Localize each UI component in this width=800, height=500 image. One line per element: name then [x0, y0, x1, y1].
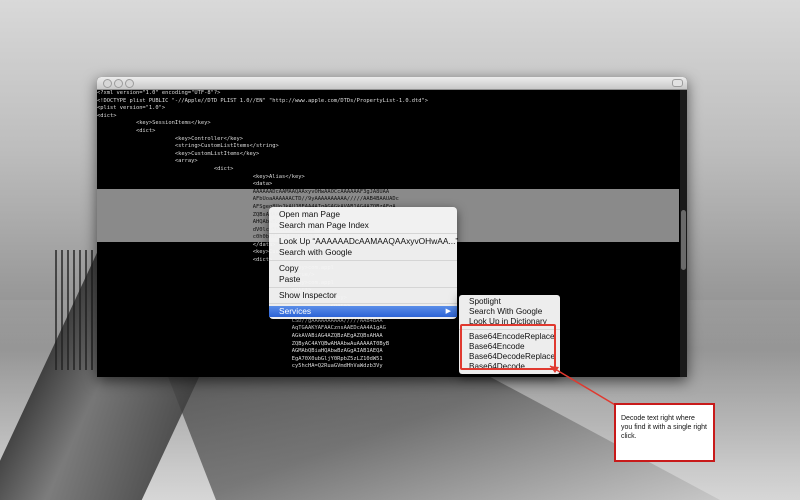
- callout-arrow-head: [550, 366, 559, 373]
- callout-text: Decode text right where you find it with…: [616, 405, 713, 460]
- callout-box: Decode text right where you find it with…: [614, 403, 715, 462]
- callout-arrow-line: [549, 365, 623, 410]
